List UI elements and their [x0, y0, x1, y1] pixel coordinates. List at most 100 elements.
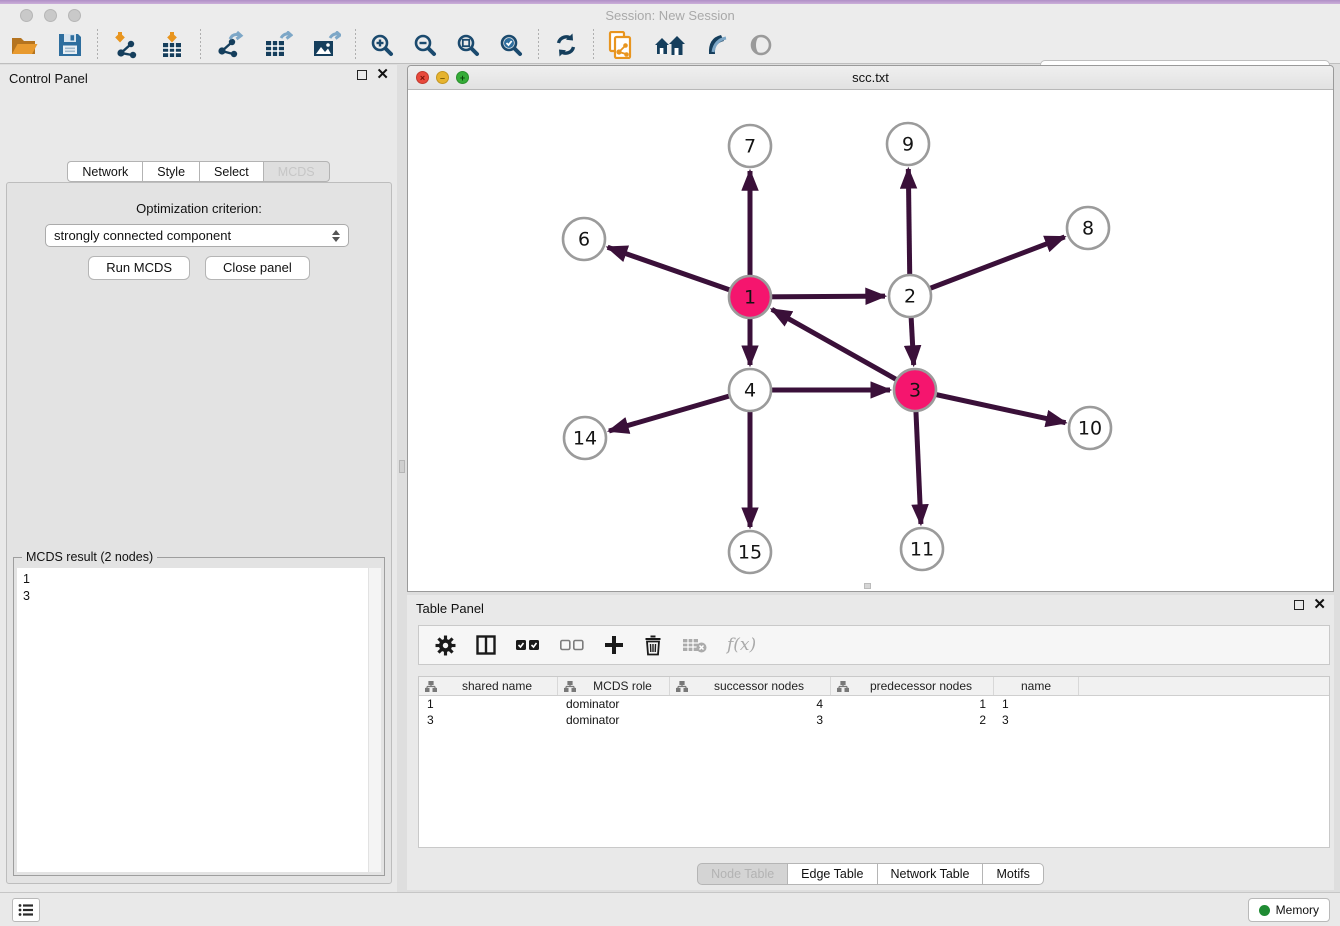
show-graphics-details-icon[interactable] — [740, 28, 782, 62]
add-icon[interactable] — [596, 629, 632, 661]
edge-1-6[interactable] — [608, 247, 750, 297]
cell-predecessor-nodes[interactable]: 2 — [831, 712, 994, 728]
zoom-fit-icon[interactable] — [447, 28, 490, 62]
memory-label: Memory — [1276, 903, 1319, 917]
node-label-6: 6 — [578, 229, 590, 251]
node-label-8: 8 — [1082, 218, 1094, 240]
dropdown-value: strongly connected component — [54, 228, 332, 243]
tab-motifs[interactable]: Motifs — [982, 863, 1043, 885]
tab-network[interactable]: Network — [67, 161, 142, 182]
network-view-window: × – + scc.txt 7968124314101511 — [407, 65, 1334, 592]
network-graph: 7968124314101511 — [408, 90, 1333, 591]
tab-network-table[interactable]: Network Table — [877, 863, 983, 885]
hierarchy-icon — [564, 681, 576, 692]
close-table-panel-icon[interactable]: ✕ — [1313, 600, 1326, 610]
node-table: shared nameMCDS rolesuccessor nodesprede… — [418, 676, 1330, 848]
gear-icon[interactable] — [427, 629, 464, 661]
mcds-result-text[interactable]: 13 — [17, 568, 381, 872]
node-label-1: 1 — [744, 287, 756, 309]
table-row[interactable]: 1dominator411 — [419, 696, 1329, 712]
cell-successor-nodes[interactable]: 3 — [670, 712, 831, 728]
cell-MCDS-role[interactable]: dominator — [558, 712, 670, 728]
cell-shared-name[interactable]: 3 — [419, 712, 558, 728]
optimization-criterion-dropdown[interactable]: strongly connected component — [45, 224, 349, 247]
tab-style[interactable]: Style — [142, 161, 199, 182]
cell-name[interactable]: 3 — [994, 712, 1079, 728]
import-network-icon[interactable] — [103, 28, 149, 62]
tab-node-table[interactable]: Node Table — [697, 863, 787, 885]
table-panel: Table Panel ✕ — [407, 595, 1334, 890]
trash-icon[interactable] — [636, 629, 670, 661]
node-label-3: 3 — [909, 380, 921, 402]
panel-splitter-handle[interactable] — [399, 460, 405, 473]
cell-successor-nodes[interactable]: 4 — [670, 696, 831, 712]
function-builder-icon: f(x) — [719, 629, 764, 661]
columns-icon[interactable] — [468, 629, 504, 661]
cell-MCDS-role[interactable]: dominator — [558, 696, 670, 712]
table-row[interactable]: 3dominator323 — [419, 712, 1329, 728]
network-window-title: scc.txt — [408, 70, 1333, 85]
memory-status-icon — [1259, 905, 1270, 916]
export-image-icon[interactable] — [302, 28, 350, 62]
open-session-icon[interactable] — [0, 28, 48, 62]
zoom-selected-icon[interactable] — [490, 28, 533, 62]
hierarchy-icon — [425, 681, 437, 692]
float-panel-icon[interactable] — [357, 70, 367, 80]
mcds-result-title: MCDS result (2 nodes) — [22, 550, 157, 564]
column-header-shared-name[interactable]: shared name — [419, 677, 558, 695]
dropdown-stepper-icon — [332, 230, 340, 242]
network-window-titlebar[interactable]: × – + scc.txt — [408, 66, 1333, 90]
task-history-button[interactable] — [12, 898, 40, 922]
new-network-from-selection-icon[interactable] — [599, 28, 644, 62]
edge-2-8[interactable] — [910, 237, 1065, 296]
main-toolbar — [0, 27, 1340, 64]
tab-edge-table[interactable]: Edge Table — [787, 863, 876, 885]
result-scrollbar[interactable] — [368, 568, 381, 872]
result-line: 3 — [23, 588, 375, 605]
optimization-criterion-label: Optimization criterion: — [7, 201, 391, 216]
control-panel-title: Control Panel — [9, 71, 88, 86]
toolbar-separator — [200, 29, 201, 61]
node-label-4: 4 — [744, 380, 756, 402]
network-canvas[interactable]: 7968124314101511 — [408, 90, 1333, 591]
table-panel-tabs: Node TableEdge TableNetwork TableMotifs — [407, 863, 1334, 885]
refresh-view-icon[interactable] — [544, 28, 588, 62]
column-header-predecessor-nodes[interactable]: predecessor nodes — [831, 677, 994, 695]
tab-select[interactable]: Select — [199, 161, 263, 182]
application-window: Session: New Session — [0, 0, 1340, 926]
cell-predecessor-nodes[interactable]: 1 — [831, 696, 994, 712]
export-network-icon[interactable] — [206, 28, 254, 62]
import-table-icon[interactable] — [149, 28, 195, 62]
first-neighbors-icon[interactable] — [644, 28, 696, 62]
cell-name[interactable]: 1 — [994, 696, 1079, 712]
edge-3-10[interactable] — [915, 390, 1066, 423]
window-resize-handle[interactable] — [864, 583, 871, 589]
table-panel-title: Table Panel — [416, 601, 484, 616]
status-bar: Memory — [0, 892, 1340, 926]
zoom-in-icon[interactable] — [361, 28, 404, 62]
deselect-all-icon[interactable] — [552, 629, 592, 661]
zoom-out-icon[interactable] — [404, 28, 447, 62]
close-panel-icon[interactable]: ✕ — [376, 70, 389, 80]
column-header-MCDS-role[interactable]: MCDS role — [558, 677, 670, 695]
toolbar-separator — [355, 29, 356, 61]
close-panel-button[interactable]: Close panel — [205, 256, 310, 280]
node-label-14: 14 — [573, 428, 597, 450]
tab-mcds[interactable]: MCDS — [263, 161, 330, 182]
column-header-name[interactable]: name — [994, 677, 1079, 695]
mcds-tab-content: Optimization criterion: strongly connect… — [6, 182, 392, 884]
run-mcds-button[interactable]: Run MCDS — [88, 256, 190, 280]
node-label-11: 11 — [910, 539, 934, 561]
table-toolbar: f(x) — [418, 625, 1330, 665]
hierarchy-icon — [676, 681, 688, 692]
export-table-icon[interactable] — [254, 28, 302, 62]
select-all-icon[interactable] — [508, 629, 548, 661]
save-session-icon[interactable] — [48, 28, 92, 62]
control-panel: Control Panel ✕ NetworkStyleSelectMCDS O… — [0, 65, 397, 892]
edge-3-1[interactable] — [772, 309, 915, 390]
annotation-icon[interactable] — [696, 28, 740, 62]
column-header-successor-nodes[interactable]: successor nodes — [670, 677, 831, 695]
memory-button[interactable]: Memory — [1248, 898, 1330, 922]
float-table-panel-icon[interactable] — [1294, 600, 1304, 610]
cell-shared-name[interactable]: 1 — [419, 696, 558, 712]
